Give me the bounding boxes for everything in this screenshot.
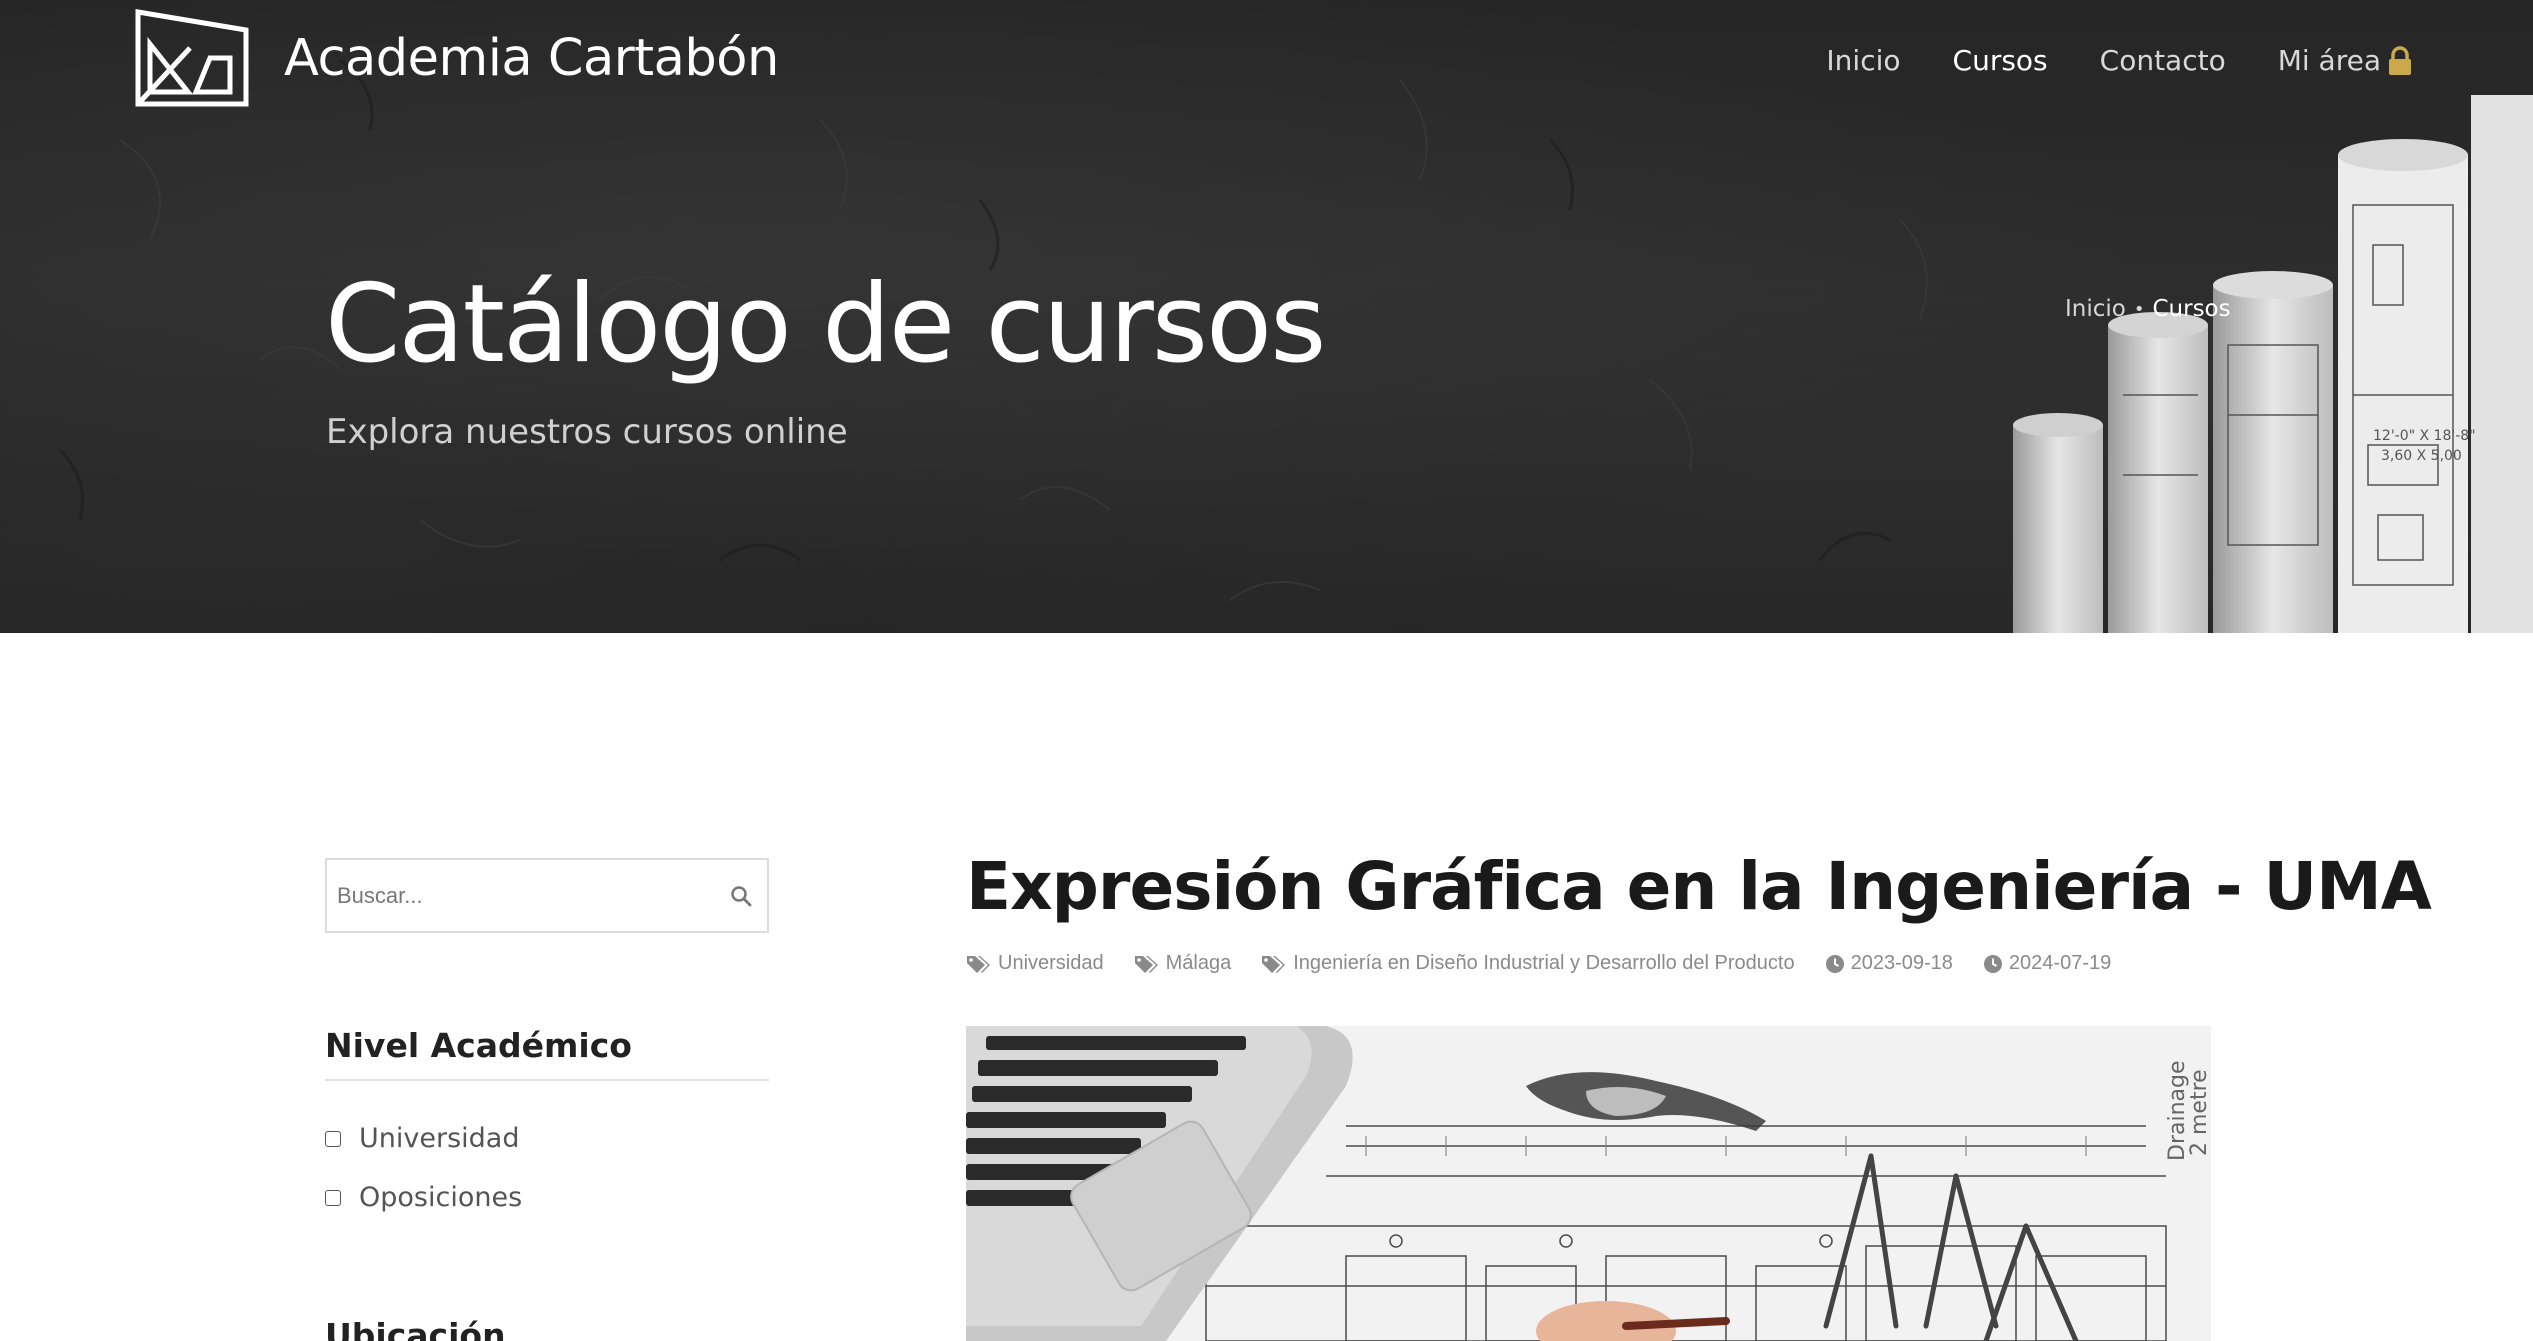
search-form bbox=[325, 858, 769, 933]
nav-mi-area-label: Mi área bbox=[2277, 44, 2381, 77]
course-tag-label: Universidad bbox=[998, 952, 1104, 974]
set-square-logo-icon bbox=[135, 9, 249, 107]
nav-inicio[interactable]: Inicio bbox=[1826, 44, 1900, 77]
course-tag-label: Málaga bbox=[1165, 952, 1232, 974]
nav-cursos[interactable]: Cursos bbox=[1953, 44, 2048, 77]
brand-logo[interactable]: Academia Cartabón bbox=[126, 8, 779, 108]
course-start-date: 2023-09-18 bbox=[1825, 952, 1953, 975]
blueprint-laptop-image: Drainage 2 metre bbox=[966, 1026, 2211, 1341]
breadcrumb-current: Cursos bbox=[2152, 296, 2231, 322]
filter-list-nivel: Universidad Oposiciones bbox=[325, 1109, 522, 1227]
filter-option-label: Universidad bbox=[359, 1123, 520, 1154]
page-title: Catálogo de cursos bbox=[325, 262, 1326, 387]
search-icon[interactable] bbox=[729, 884, 753, 908]
course-image[interactable]: Drainage 2 metre bbox=[966, 1026, 2211, 1341]
breadcrumb-home-link[interactable]: Inicio bbox=[2065, 296, 2126, 322]
breadcrumb-separator: • bbox=[2133, 298, 2145, 320]
filter-option-label: Oposiciones bbox=[359, 1182, 523, 1213]
clock-icon bbox=[1825, 954, 1844, 973]
course-date-label: 2023-09-18 bbox=[1850, 952, 1953, 974]
clock-icon bbox=[1983, 954, 2002, 973]
search-input[interactable] bbox=[337, 882, 729, 909]
nav-contacto[interactable]: Contacto bbox=[2100, 44, 2226, 77]
filter-option-oposiciones[interactable]: Oposiciones bbox=[325, 1168, 522, 1227]
course-end-date: 2024-07-19 bbox=[1983, 952, 2111, 975]
course-title-link[interactable]: Expresión Gráfica en la Ingeniería - UMA bbox=[966, 848, 2432, 925]
blueprint-rolls-image: 12'-0" X 18'-8" 3,60 X 5,00 bbox=[2013, 95, 2533, 633]
page-subtitle: Explora nuestros cursos online bbox=[326, 412, 848, 452]
svg-text:2 metre: 2 metre bbox=[2187, 1069, 2211, 1156]
svg-text:12'-0" X 18'-8": 12'-0" X 18'-8" bbox=[2373, 428, 2476, 444]
brand-name: Academia Cartabón bbox=[284, 28, 779, 88]
filter-title-ubicacion: Ubicación bbox=[325, 1316, 769, 1341]
course-tag[interactable]: Ingeniería en Diseño Industrial y Desarr… bbox=[1261, 952, 1795, 975]
course-tag[interactable]: Málaga bbox=[1134, 952, 1232, 975]
tags-icon bbox=[967, 955, 990, 973]
course-date-label: 2024-07-19 bbox=[2008, 952, 2112, 974]
tags-icon bbox=[1262, 955, 1286, 973]
nav-mi-area[interactable]: Mi área bbox=[2278, 44, 2413, 77]
tags-icon bbox=[1134, 955, 1158, 973]
filter-title-nivel: Nivel Académico bbox=[325, 1026, 769, 1081]
svg-text:3,60 X 5,00: 3,60 X 5,00 bbox=[2381, 448, 2462, 464]
main-nav: Inicio Cursos Contacto Mi área bbox=[1774, 44, 2413, 77]
hero-banner: 12'-0" X 18'-8" 3,60 X 5,00 Academia Car… bbox=[0, 0, 2533, 633]
course-tag-label: Ingeniería en Diseño Industrial y Desarr… bbox=[1293, 952, 1795, 974]
checkbox[interactable] bbox=[325, 1189, 341, 1206]
breadcrumb: Inicio • Cursos bbox=[2065, 296, 2231, 322]
checkbox[interactable] bbox=[325, 1130, 341, 1147]
filter-option-universidad[interactable]: Universidad bbox=[325, 1109, 522, 1168]
course-tag[interactable]: Universidad bbox=[966, 952, 1104, 975]
course-meta: Universidad Málaga Ingeniería en Diseño … bbox=[966, 952, 2141, 975]
lock-icon bbox=[2389, 45, 2411, 75]
